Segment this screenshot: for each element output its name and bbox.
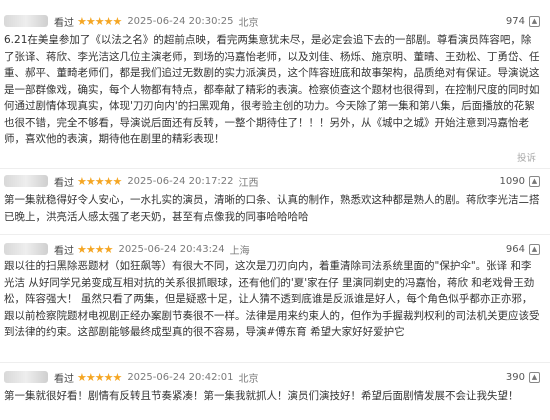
username-redacted[interactable] [4,175,48,187]
review-location: 北京 [238,373,259,385]
review-text: 跟以往的扫黑除恶题材（如狂飙等）有很大不同，这次是刀刃向内，着重清除司法系统里面… [4,260,540,338]
review-text: 6.21在美皇参加了《以法之名》的超前点映，看完两集意犹未尽，是必定会追下去的一… [4,34,540,145]
review-meta: 看过 ★★★★★ 2025-06-24 20:17:22 江西 [4,172,259,190]
rating-stars: ★★★★★ [77,14,122,28]
divider [0,362,550,363]
rating-stars: ★★★★★ [77,370,122,384]
watch-status: 看过 [54,373,74,385]
review-feed: 看过 ★★★★★ 2025-06-24 20:30:25 北京 974 ▲ 6.… [0,0,550,420]
watch-status: 看过 [54,177,74,189]
useful-button[interactable]: 390 ▲ [506,368,540,386]
thumbs-up-icon: ▲ [529,175,540,187]
review-time: 2025-06-24 20:30:25 [127,15,234,27]
rating-stars: ★★★★ [77,242,113,256]
username-redacted[interactable] [4,243,48,255]
rating-stars: ★★★★★ [77,174,122,188]
review-meta: 看过 ★★★★★ 2025-06-24 20:30:25 北京 [4,12,259,30]
watch-status: 看过 [54,17,74,29]
useful-count: 1090 [499,175,525,187]
useful-button[interactable]: 974 ▲ [506,12,540,30]
divider [0,168,550,169]
useful-button[interactable]: 964 ▲ [506,240,540,258]
review-text: 第一集就很好看！剧情有反转且节奏紧凑！第一集我就抓人！演员们演技好！希望后面剧情… [4,390,519,402]
useful-count: 974 [505,15,525,27]
divider [0,234,550,235]
report-link[interactable]: 投诉 [517,150,536,164]
useful-count: 390 [505,371,525,383]
thumbs-up-icon: ▲ [529,371,540,383]
username-redacted[interactable] [4,371,48,383]
thumbs-up-icon: ▲ [529,15,540,27]
review-location: 上海 [229,245,250,257]
username-redacted[interactable] [4,15,48,27]
review-time: 2025-06-24 20:42:01 [127,371,234,383]
review-location: 北京 [238,17,259,29]
thumbs-up-icon: ▲ [529,243,540,255]
review-time: 2025-06-24 20:43:24 [118,243,225,255]
useful-button[interactable]: 1090 ▲ [500,172,540,190]
review-time: 2025-06-24 20:17:22 [127,175,234,187]
review-meta: 看过 ★★★★★ 2025-06-24 20:42:01 北京 [4,368,259,386]
useful-count: 964 [505,243,525,255]
review-meta: 看过 ★★★★ 2025-06-24 20:43:24 上海 [4,240,250,258]
review-location: 江西 [238,177,259,189]
review-text: 第一集就稳得好令人安心，一水扎实的演员，清晰的口条、认真的制作，熟悉欢这种都是熟… [4,194,540,223]
watch-status: 看过 [54,245,74,257]
